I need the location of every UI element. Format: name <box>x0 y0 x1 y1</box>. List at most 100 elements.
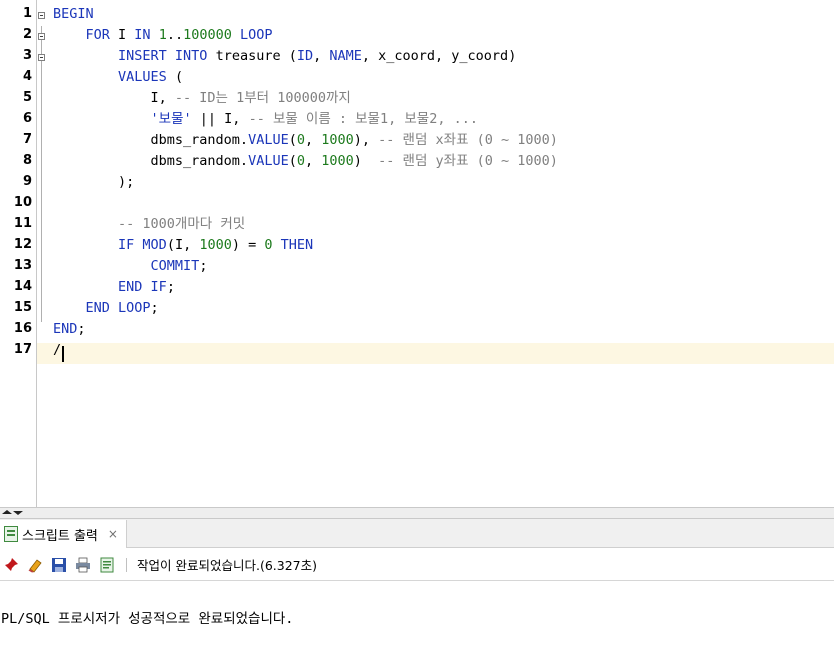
code-token: -- 1000개마다 커밋 <box>118 216 246 232</box>
current-line-highlight <box>37 343 834 364</box>
line-number: 10 <box>13 195 32 210</box>
code-line[interactable]: FOR I IN 1..100000 LOOP <box>53 25 273 46</box>
code-line[interactable]: / <box>53 340 61 361</box>
expand-up-icon[interactable] <box>2 510 12 514</box>
script-output-area[interactable]: PL/SQL 프로시저가 성공적으로 완료되었습니다. <box>0 582 834 671</box>
code-token: , <box>313 48 330 64</box>
code-line[interactable]: dbms_random.VALUE(0, 1000) -- 랜덤 y좌표 (0 … <box>53 151 558 172</box>
code-editor[interactable]: 1 2 3 4 5 6 7 8 9 10 11 12 13 14 15 16 17 BEGIN FOR I IN… <box>0 0 834 507</box>
line-number: 15 <box>13 300 32 315</box>
text-caret <box>62 346 64 362</box>
code-line[interactable]: END LOOP; <box>53 298 159 319</box>
output-toolbar: 작업이 완료되었습니다.(6.327초) <box>0 549 834 581</box>
code-token: / <box>53 342 62 358</box>
toolbar-separator <box>126 557 127 572</box>
code-token: I <box>109 27 135 43</box>
line-number: 16 <box>13 321 32 336</box>
code-token: || I, <box>191 111 249 127</box>
line-number: 5 <box>22 90 32 105</box>
code-token: ) = <box>231 237 265 253</box>
code-token: ( <box>288 132 297 148</box>
code-token: VALUE <box>248 132 289 148</box>
code-token: 100000 <box>183 27 232 43</box>
line-number: 8 <box>22 153 32 168</box>
code-token: , <box>305 153 322 169</box>
line-number: 1 <box>22 6 32 21</box>
output-tab-bar: 스크립트 출력 × <box>0 519 834 548</box>
code-line[interactable]: -- 1000개마다 커밋 <box>53 214 245 235</box>
code-token: ); <box>53 174 135 190</box>
code-line[interactable]: BEGIN <box>53 4 94 25</box>
code-token: FOR <box>85 27 110 43</box>
line-number-gutter: 1 2 3 4 5 6 7 8 9 10 11 12 13 14 15 16 17 <box>0 0 37 507</box>
code-line[interactable]: INSERT INTO treasure (ID, NAME, x_coord,… <box>53 46 516 67</box>
eraser-icon[interactable] <box>26 556 44 574</box>
line-number: 6 <box>22 111 32 126</box>
code-token: IF MOD <box>118 237 167 253</box>
code-line[interactable]: '보물' || I, -- 보물 이름 : 보물1, 보물2, ... <box>53 109 478 130</box>
code-token: VALUES <box>118 69 167 85</box>
tab-script-output[interactable]: 스크립트 출력 × <box>0 520 127 548</box>
code-token: ; <box>77 321 86 337</box>
code-token: NAME <box>329 48 362 64</box>
panel-splitter[interactable] <box>0 507 834 519</box>
code-token: ) <box>353 153 379 169</box>
line-number: 2 <box>22 27 32 42</box>
code-token: LOOP <box>240 27 273 43</box>
code-line[interactable]: dbms_random.VALUE(0, 1000), -- 랜덤 x좌표 (0… <box>53 130 558 151</box>
sql-developer-window: 1 2 3 4 5 6 7 8 9 10 11 12 13 14 15 16 17 BEGIN FOR I IN… <box>0 0 834 671</box>
code-token: COMMIT <box>150 258 200 274</box>
tab-label: 스크립트 출력 <box>22 528 98 544</box>
code-token: (I, <box>166 237 200 253</box>
code-token: , <box>305 132 322 148</box>
code-token: dbms_random. <box>53 153 249 169</box>
code-token: THEN <box>280 237 314 253</box>
code-token: ( <box>288 153 297 169</box>
code-line[interactable]: END IF; <box>53 277 175 298</box>
close-tab-icon[interactable]: × <box>108 527 118 541</box>
code-token: I, <box>53 90 175 106</box>
code-token: ), <box>353 132 379 148</box>
code-line[interactable]: COMMIT; <box>53 256 208 277</box>
pin-icon[interactable] <box>2 556 20 574</box>
code-token: 1000 <box>321 132 354 148</box>
code-token: INSERT INTO <box>118 48 208 64</box>
code-token: ID <box>296 48 314 64</box>
document-icon[interactable] <box>98 556 116 574</box>
code-line[interactable]: VALUES ( <box>53 67 183 88</box>
line-number: 4 <box>22 69 32 84</box>
code-token: treasure ( <box>207 48 297 64</box>
line-number: 7 <box>22 132 32 147</box>
code-token: '보물' <box>150 111 192 127</box>
code-token: 1 <box>158 27 167 43</box>
line-number: 13 <box>13 258 32 273</box>
line-number: 12 <box>13 237 32 252</box>
print-icon[interactable] <box>74 556 92 574</box>
code-line[interactable]: ); <box>53 172 134 193</box>
line-number: 14 <box>13 279 32 294</box>
fold-toggle-icon[interactable] <box>38 33 45 40</box>
code-line[interactable]: END; <box>53 319 86 340</box>
code-token: BEGIN <box>53 6 94 22</box>
code-token: ; <box>150 300 159 316</box>
code-line[interactable]: I, -- ID는 1부터 100000까지 <box>53 88 351 109</box>
fold-toggle-icon[interactable] <box>38 12 45 19</box>
code-token: , x_coord, y_coord) <box>361 48 517 64</box>
code-token: 0 <box>296 132 305 148</box>
fold-toggle-icon[interactable] <box>38 54 45 61</box>
line-number: 11 <box>13 216 32 231</box>
code-line[interactable]: IF MOD(I, 1000) = 0 THEN <box>53 235 313 256</box>
script-output-icon <box>4 526 18 542</box>
code-token: 1000 <box>199 237 232 253</box>
save-icon[interactable] <box>50 556 68 574</box>
collapse-down-icon[interactable] <box>13 511 23 515</box>
code-token: 0 <box>264 237 273 253</box>
